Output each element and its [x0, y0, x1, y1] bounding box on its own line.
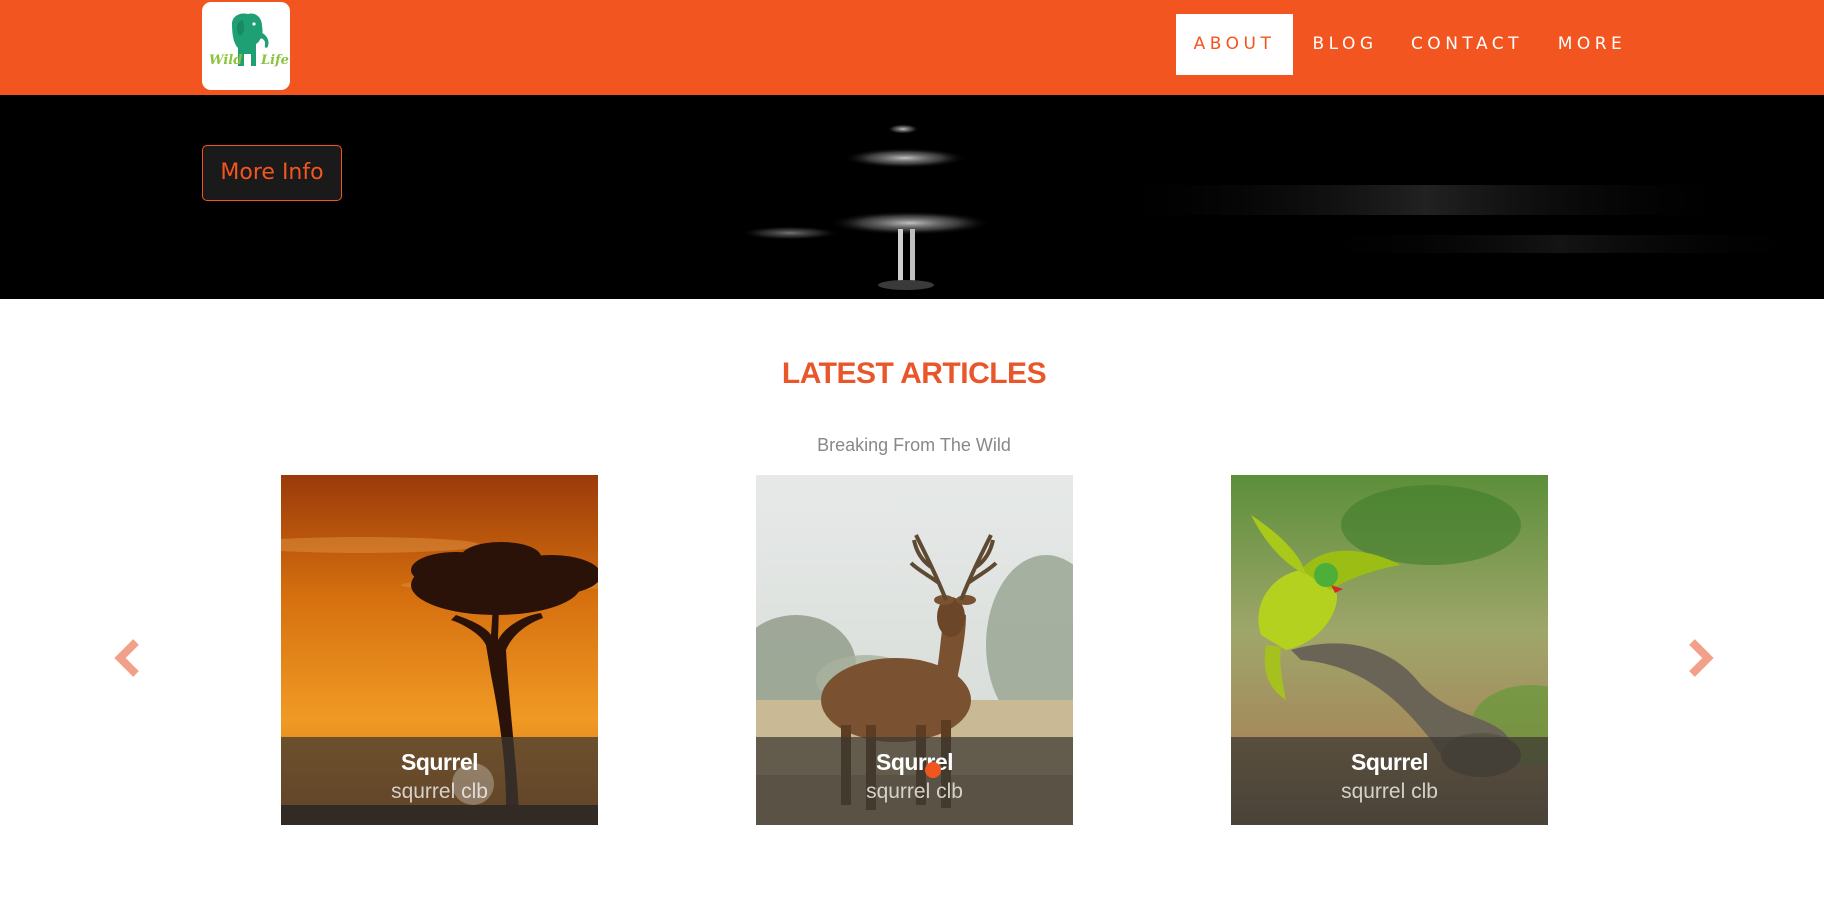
more-info-button[interactable]: More Info: [202, 145, 342, 201]
nav-contact-link[interactable]: CONTACT: [1402, 14, 1532, 75]
card-text: squrrel clb: [391, 780, 488, 803]
nav-more-link[interactable]: MORE: [1546, 14, 1638, 75]
card-caption: Squrrel squrrel clb: [1231, 737, 1548, 825]
card-title: Squrrel: [875, 749, 954, 775]
carousel-indicator[interactable]: [452, 763, 494, 805]
svg-text:Wild: Wild: [209, 53, 242, 68]
nav-about-link[interactable]: ABOUT: [1176, 14, 1293, 75]
card-text: squrrel clb: [1341, 780, 1438, 803]
svg-text:Life: Life: [260, 53, 289, 68]
article-card[interactable]: Squrrel squrrel clb: [281, 475, 598, 825]
chevron-left-icon[interactable]: [110, 638, 144, 678]
top-navbar: Wild Life ABOUT BLOG CONTACT MORE: [0, 0, 1824, 95]
card-caption: Squrrel squrrel clb: [756, 737, 1073, 825]
article-card[interactable]: Squrrel squrrel clb: [756, 475, 1073, 825]
card-caption: Squrrel squrrel clb: [281, 737, 598, 825]
hero-banner: More Info: [0, 95, 1824, 299]
section-title: LATEST ARTICLES: [781, 357, 1047, 390]
card-title: Squrrel: [400, 749, 479, 775]
card-text: squrrel clb: [866, 780, 963, 803]
section-subtitle: Breaking From The Wild: [817, 435, 1011, 455]
carousel-indicator-active[interactable]: [925, 762, 941, 778]
chevron-right-icon[interactable]: [1684, 638, 1718, 678]
article-card[interactable]: Squrrel squrrel clb: [1231, 475, 1548, 825]
elephant-icon: Wild Life: [209, 13, 289, 68]
card-title: Squrrel: [1350, 749, 1429, 775]
nav-blog-link[interactable]: BLOG: [1298, 14, 1392, 75]
wild-life-logo[interactable]: Wild Life: [202, 2, 290, 90]
